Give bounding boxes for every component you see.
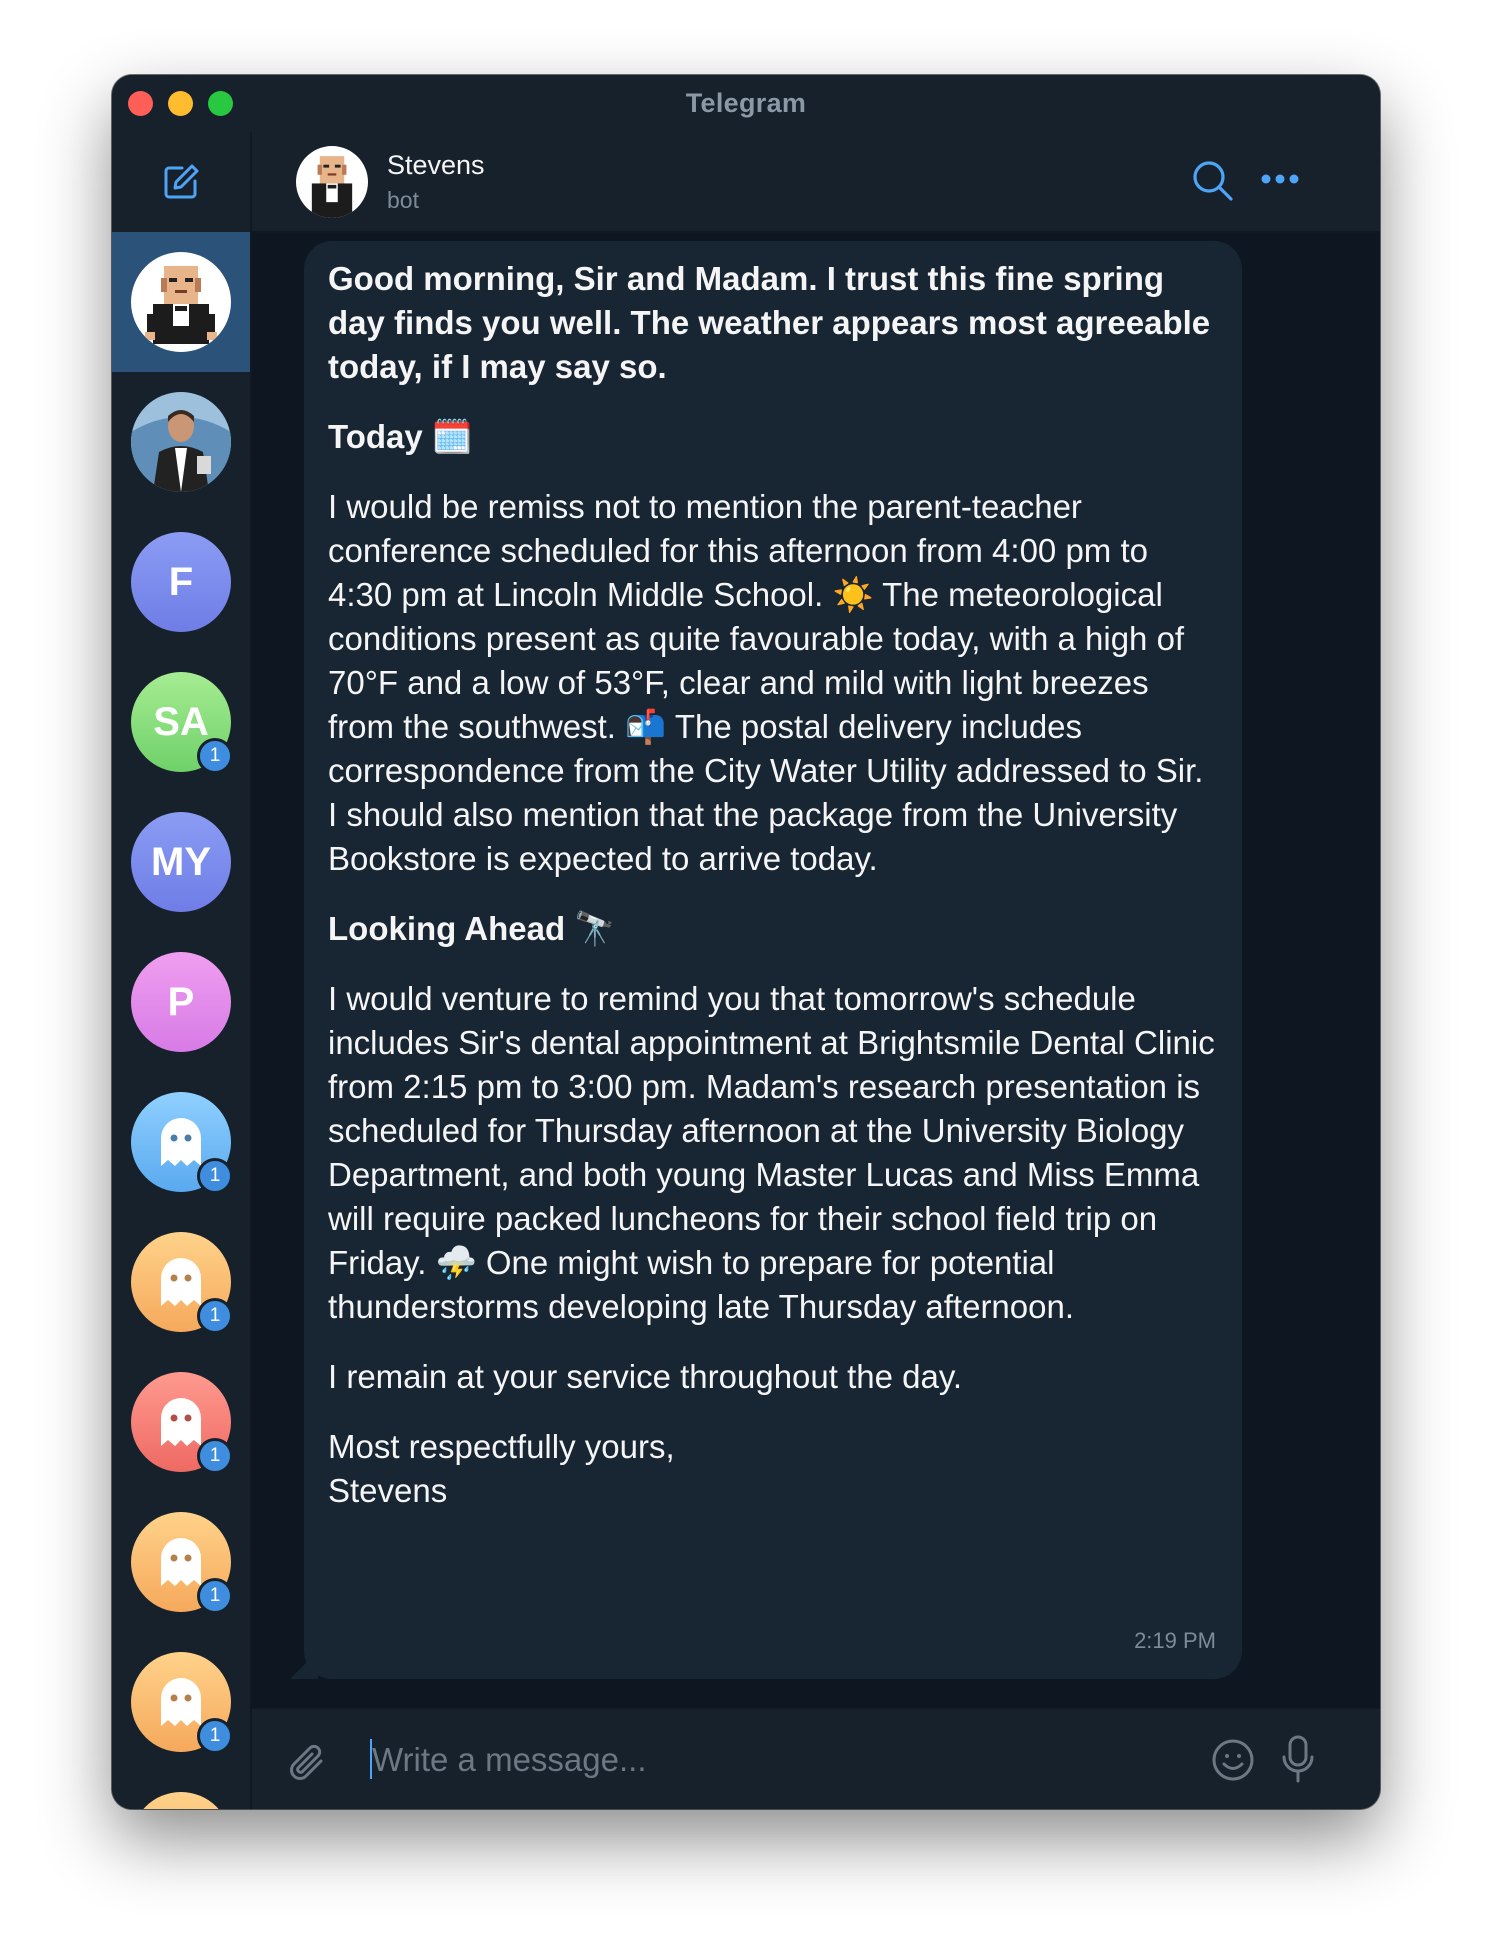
telegram-window: Telegram F SA 1 MY P 1 1 1 1 1 Stevens b… <box>112 75 1380 1809</box>
avatar: MY <box>131 812 231 912</box>
search-icon <box>1193 161 1233 201</box>
zoom-window-button[interactable] <box>208 91 233 116</box>
unread-badge: 1 <box>197 738 233 774</box>
chat-item-ghost-red[interactable]: 1 <box>112 1352 250 1492</box>
voice-message-button[interactable] <box>1280 1733 1316 1790</box>
message-composer <box>252 1707 1380 1809</box>
section-heading-today: Today 🗓️ <box>328 415 1218 459</box>
avatar: 1 <box>131 1652 233 1754</box>
chat-item-ghost-orange-2[interactable]: 1 <box>112 1492 250 1632</box>
chat-sidebar: F SA 1 MY P 1 1 1 1 1 <box>112 132 252 1809</box>
ghost-icon <box>161 1398 201 1446</box>
avatar-initials: MY <box>151 839 211 884</box>
message-input[interactable] <box>370 1735 1074 1785</box>
unread-badge: 1 <box>197 1438 233 1474</box>
avatar-initials: F <box>168 559 194 604</box>
chat-item-ghost-orange-3[interactable]: 1 <box>112 1632 250 1772</box>
paperclip-icon <box>290 1744 323 1780</box>
text-caret <box>370 1739 372 1779</box>
ahead-paragraph: I would venture to remind you that tomor… <box>328 977 1218 1329</box>
ahead-heading-text: Looking Ahead <box>328 910 566 947</box>
section-heading-ahead: Looking Ahead 🔭 <box>328 907 1218 951</box>
more-icon <box>1261 174 1299 184</box>
message-greeting: Good morning, Sir and Madam. I trust thi… <box>328 260 1211 385</box>
window-title: Telegram <box>685 88 807 118</box>
avatar <box>131 1792 231 1809</box>
chat-item-my[interactable]: MY <box>112 792 250 932</box>
chat-item-sa[interactable]: SA 1 <box>112 652 250 792</box>
title-bar: Telegram <box>112 75 1380 132</box>
avatar: 1 <box>131 1092 233 1194</box>
sun-icon: ☀️ <box>832 576 874 613</box>
ghost-icon <box>161 1118 201 1166</box>
message-timestamp: 2:19 PM <box>1134 1628 1216 1653</box>
closing-line: Most respectfully yours, <box>328 1428 675 1465</box>
ghost-icon <box>161 1538 201 1586</box>
chat-item-ghost-orange-1[interactable]: 1 <box>112 1212 250 1352</box>
unread-badge: 1 <box>197 1158 233 1194</box>
avatar: 1 <box>131 1232 233 1334</box>
more-options-button[interactable] <box>1260 172 1300 190</box>
emoji-button[interactable] <box>1210 1737 1256 1788</box>
avatar: P <box>131 952 231 1052</box>
unread-badge: 1 <box>197 1718 233 1754</box>
chat-item-ghost-blue[interactable]: 1 <box>112 1072 250 1212</box>
mailbox-icon: 📬 <box>625 708 667 745</box>
butler-pixel-avatar[interactable] <box>296 146 368 218</box>
avatar-initials: P <box>167 979 195 1024</box>
avatar: 1 <box>131 1512 233 1614</box>
smiley-icon <box>1212 1739 1254 1781</box>
butler-photo-avatar <box>131 392 231 492</box>
compose-button[interactable] <box>112 132 250 232</box>
signature: Stevens <box>328 1472 448 1509</box>
calendar-icon: 🗓️ <box>431 418 473 455</box>
chat-title[interactable]: Stevens <box>387 150 485 181</box>
chat-header: Stevens bot <box>252 132 1380 233</box>
message-bubble[interactable]: Good morning, Sir and Madam. I trust thi… <box>290 241 1242 1679</box>
today-paragraph: I would be remiss not to mention the par… <box>328 485 1218 881</box>
avatar: F <box>131 532 231 632</box>
service-line: I remain at your service throughout the … <box>328 1358 963 1395</box>
chat-item-partial[interactable] <box>112 1772 250 1809</box>
avatar-initials: SA <box>153 699 209 744</box>
today-heading-text: Today <box>328 418 423 455</box>
unread-badge: 1 <box>197 1298 233 1334</box>
chat-item-stevens[interactable] <box>112 232 250 372</box>
chat-status: bot <box>387 187 419 213</box>
chat-item-butler-photo[interactable] <box>112 372 250 512</box>
ahead-text-1: I would venture to remind you that tomor… <box>328 980 1215 1281</box>
microphone-icon <box>1282 1735 1314 1783</box>
bubble-tail <box>290 1651 318 1679</box>
search-button[interactable] <box>1191 159 1235 208</box>
avatar: SA 1 <box>131 672 233 774</box>
ghost-icon <box>161 1258 201 1306</box>
attach-button[interactable] <box>288 1741 328 1790</box>
unread-badge: 1 <box>197 1578 233 1614</box>
storm-icon: ⛈️ <box>435 1244 477 1281</box>
chat-item-p[interactable]: P <box>112 932 250 1072</box>
avatar: 1 <box>131 1372 233 1474</box>
telescope-icon: 🔭 <box>574 910 616 947</box>
close-window-button[interactable] <box>128 91 153 116</box>
butler-pixel-avatar <box>131 252 231 352</box>
ghost-icon <box>161 1678 201 1726</box>
chat-item-f[interactable]: F <box>112 512 250 652</box>
message-area: Good morning, Sir and Madam. I trust thi… <box>252 233 1380 1709</box>
minimize-window-button[interactable] <box>168 91 193 116</box>
compose-icon <box>164 164 199 199</box>
